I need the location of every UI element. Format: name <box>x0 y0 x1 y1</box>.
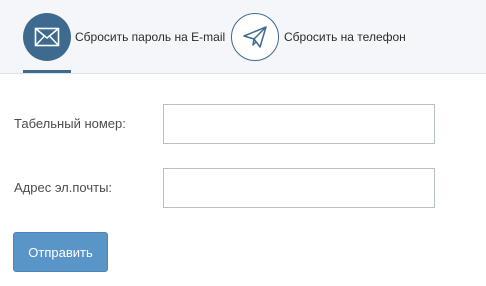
email-address-label: Адрес эл.почты: <box>14 180 113 195</box>
envelope-icon <box>23 13 71 61</box>
tab-reset-phone[interactable]: Сбросить на телефон <box>231 0 441 74</box>
reset-method-tabs: Сбросить пароль на E-mail Сбросить на те… <box>0 0 486 74</box>
employee-number-label: Табельный номер: <box>14 116 126 131</box>
email-address-input[interactable] <box>163 168 435 208</box>
paper-plane-icon <box>231 13 279 61</box>
submit-button[interactable]: Отправить <box>13 232 108 272</box>
tab-reset-email-label: Сбросить пароль на E-mail <box>75 30 226 44</box>
email-address-row: Адрес эл.почты: <box>14 168 444 208</box>
tab-reset-phone-label: Сбросить на телефон <box>284 30 406 44</box>
tab-reset-email[interactable]: Сбросить пароль на E-mail <box>23 0 251 74</box>
employee-number-input[interactable] <box>163 104 435 144</box>
employee-number-row: Табельный номер: <box>14 104 444 144</box>
active-tab-indicator <box>23 70 71 73</box>
